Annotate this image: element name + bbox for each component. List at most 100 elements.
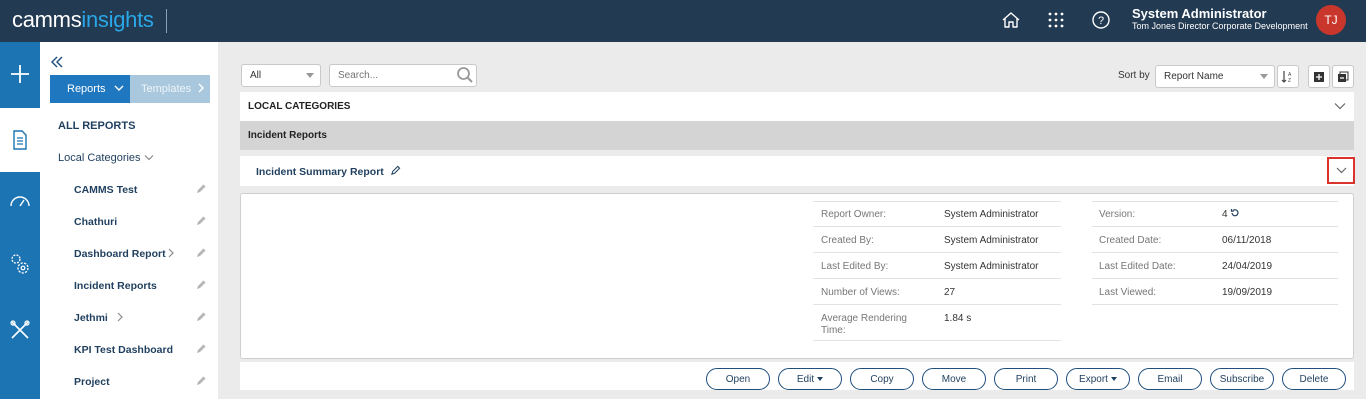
divider bbox=[813, 304, 1061, 305]
edit-pencil-icon[interactable] bbox=[390, 165, 401, 176]
caret-down-icon bbox=[817, 377, 824, 381]
edit-pencil-icon[interactable] bbox=[195, 247, 207, 259]
dashboard-nav-button[interactable] bbox=[0, 170, 40, 234]
collapse-sidebar-icon[interactable] bbox=[50, 55, 64, 71]
category-select-value: All bbox=[250, 70, 262, 81]
sidebar-item-project[interactable]: Project bbox=[74, 376, 110, 388]
sidebar-tabs: Reports Templates bbox=[50, 75, 210, 103]
help-icon[interactable]: ? bbox=[1090, 9, 1112, 31]
apps-grid-icon[interactable] bbox=[1045, 9, 1067, 31]
edit-pencil-icon[interactable] bbox=[195, 183, 207, 195]
avatar[interactable]: TJ bbox=[1316, 5, 1346, 35]
divider bbox=[1092, 278, 1338, 279]
report-title[interactable]: Incident Summary Report bbox=[256, 166, 384, 178]
edit-pencil-icon[interactable] bbox=[195, 343, 207, 355]
version-history-icon[interactable] bbox=[1230, 208, 1240, 218]
edit-button-label: Edit bbox=[796, 373, 815, 385]
delete-button[interactable]: Delete bbox=[1282, 368, 1346, 390]
export-button-label: Export bbox=[1079, 373, 1108, 385]
open-button[interactable]: Open bbox=[706, 368, 770, 390]
divider bbox=[1092, 252, 1338, 253]
tools-nav-button[interactable] bbox=[0, 298, 40, 362]
sort-order-button[interactable]: AZ bbox=[1277, 65, 1299, 88]
brand-divider bbox=[166, 9, 167, 33]
category-select[interactable]: All bbox=[241, 64, 321, 87]
local-categories-title: LOCAL CATEGORIES bbox=[248, 101, 351, 112]
sidebar-item-incident-reports[interactable]: Incident Reports bbox=[74, 280, 157, 292]
report-row[interactable]: Incident Summary Report bbox=[240, 156, 1354, 186]
category-group-title: Incident Reports bbox=[248, 130, 327, 141]
local-categories-toggle[interactable]: Local Categories bbox=[58, 152, 141, 164]
detail-value: System Administrator bbox=[944, 235, 1039, 246]
home-icon[interactable] bbox=[1000, 9, 1022, 31]
tools-icon bbox=[10, 320, 30, 339]
dashboard-gauge-icon bbox=[10, 196, 30, 207]
search-input[interactable] bbox=[329, 64, 477, 87]
all-reports-link[interactable]: ALL REPORTS bbox=[58, 120, 135, 132]
report-details-panel bbox=[240, 193, 1354, 359]
collapse-all-button[interactable] bbox=[1332, 65, 1354, 88]
expand-all-button[interactable] bbox=[1308, 65, 1330, 88]
caret-down-icon bbox=[1260, 74, 1268, 79]
divider bbox=[813, 252, 1061, 253]
move-button[interactable]: Move bbox=[922, 368, 986, 390]
edit-pencil-icon[interactable] bbox=[195, 215, 207, 227]
sort-select[interactable]: Report Name bbox=[1155, 65, 1275, 88]
chevron-down-icon[interactable] bbox=[144, 154, 154, 162]
edit-pencil-icon[interactable] bbox=[195, 311, 207, 323]
add-icon bbox=[11, 65, 29, 83]
settings-nav-button[interactable] bbox=[0, 232, 40, 296]
chevron-right-icon bbox=[198, 83, 204, 93]
subscribe-button[interactable]: Subscribe bbox=[1210, 368, 1274, 390]
detail-value: 27 bbox=[944, 287, 956, 298]
detail-value: 24/04/2019 bbox=[1222, 261, 1273, 272]
sidebar-item-jethmi[interactable]: Jethmi bbox=[74, 312, 108, 324]
detail-value: System Administrator bbox=[944, 209, 1039, 220]
sidebar-item-camms-test[interactable]: CAMMS Test bbox=[74, 184, 137, 196]
export-button[interactable]: Export bbox=[1066, 368, 1130, 390]
print-button[interactable]: Print bbox=[994, 368, 1058, 390]
local-categories-label: Local Categories bbox=[58, 152, 141, 164]
edit-button[interactable]: Edit bbox=[778, 368, 842, 390]
edit-pencil-icon[interactable] bbox=[195, 375, 207, 387]
chevron-down-icon[interactable] bbox=[1334, 102, 1346, 110]
tab-reports-label: Reports bbox=[67, 83, 106, 95]
email-button[interactable]: Email bbox=[1138, 368, 1202, 390]
category-group-header[interactable]: Incident Reports bbox=[240, 121, 1354, 150]
detail-label: Number of Views: bbox=[821, 287, 900, 298]
divider bbox=[813, 226, 1061, 227]
tab-templates-label: Templates bbox=[141, 83, 192, 95]
chevron-down-icon bbox=[114, 85, 124, 91]
expand-report-button[interactable] bbox=[1327, 157, 1355, 184]
detail-label: Last Viewed: bbox=[1099, 287, 1157, 298]
reports-nav-button[interactable] bbox=[0, 108, 40, 172]
detail-value: 19/09/2019 bbox=[1222, 287, 1273, 298]
divider bbox=[813, 278, 1061, 279]
tab-templates[interactable]: Templates bbox=[130, 75, 210, 103]
search-icon[interactable] bbox=[456, 66, 474, 84]
local-categories-header[interactable]: LOCAL CATEGORIES bbox=[240, 92, 1354, 121]
settings-gears-icon bbox=[11, 254, 29, 274]
chevron-right-icon[interactable] bbox=[116, 312, 124, 322]
edit-pencil-icon[interactable] bbox=[195, 279, 207, 291]
chevron-right-icon[interactable] bbox=[167, 248, 175, 258]
detail-value: System Administrator bbox=[944, 261, 1039, 272]
sidebar-item-dashboard-report[interactable]: Dashboard Report bbox=[74, 248, 166, 260]
copy-button[interactable]: Copy bbox=[850, 368, 914, 390]
add-button[interactable] bbox=[0, 42, 40, 106]
detail-label: Created Date: bbox=[1099, 235, 1162, 246]
top-bar: cammsinsights ? System Administrator Tom… bbox=[0, 0, 1366, 42]
sidebar-item-chathuri[interactable]: Chathuri bbox=[74, 216, 117, 228]
user-title: Tom Jones Director Corporate Development bbox=[1132, 21, 1308, 31]
app-logo[interactable]: cammsinsights bbox=[12, 7, 154, 33]
detail-value: 06/11/2018 bbox=[1222, 235, 1272, 246]
user-name: System Administrator bbox=[1132, 6, 1267, 21]
reports-doc-icon bbox=[13, 130, 27, 150]
sidebar-item-kpi-test-dashboard[interactable]: KPI Test Dashboard bbox=[74, 344, 173, 356]
sort-alpha-icon: AZ bbox=[1281, 70, 1292, 84]
detail-label: Average Rendering Time: bbox=[821, 313, 907, 336]
caret-down-icon bbox=[1110, 377, 1117, 381]
tab-reports[interactable]: Reports bbox=[50, 75, 130, 103]
detail-label: Created By: bbox=[821, 235, 874, 246]
detail-value: 1.84 s bbox=[944, 313, 972, 324]
